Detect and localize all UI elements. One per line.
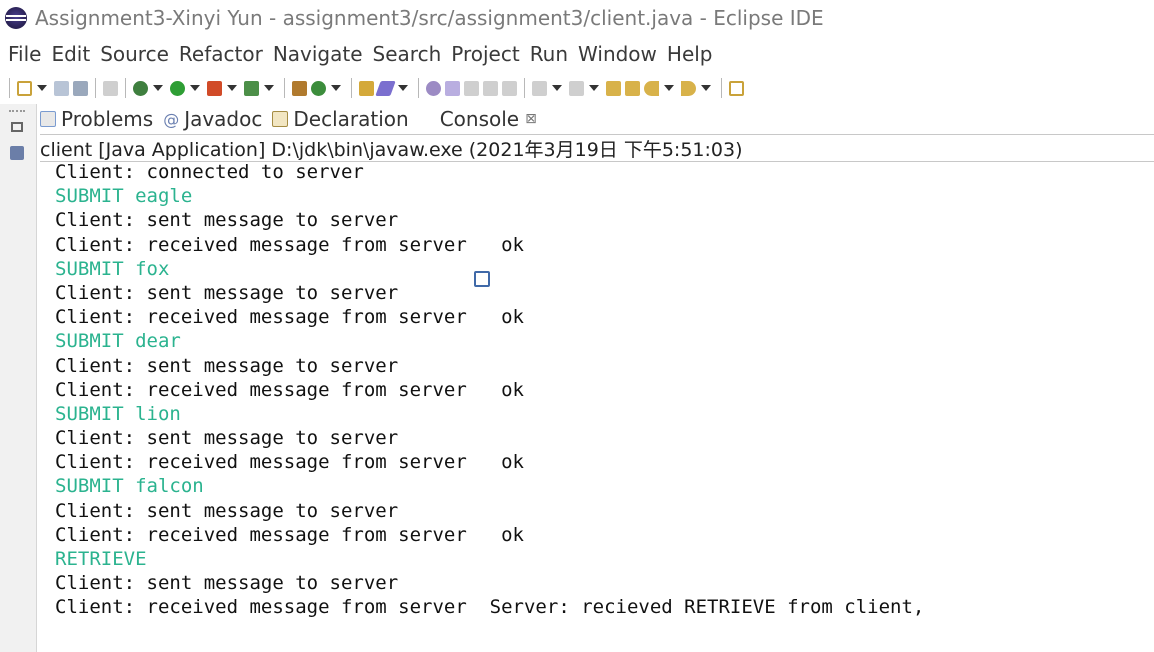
javadoc-icon: @ [163,109,180,129]
menu-window[interactable]: Window [578,42,657,66]
tab-label: Console [439,107,520,131]
toolbar-separator [524,78,525,98]
console-output-line: Client: sent message to server [55,354,399,377]
console-output-line: Client: received message from server ok [55,378,524,401]
console-output-line: Client: sent message to server [55,427,399,450]
problems-icon [40,111,56,127]
toggle-breakpoint-icon[interactable] [103,80,118,96]
menu-file[interactable]: File [8,42,41,66]
console-output-line: Client: received message from server ok [55,233,524,256]
coverage-icon[interactable] [207,80,222,96]
console-input-line: RETRIEVE [55,548,147,570]
declaration-icon [272,111,289,127]
search-dropdown-icon[interactable] [398,85,408,91]
view-tab-bar: Problems @ Javadoc Declaration Console ⊠ [40,104,547,287]
run-icon[interactable] [170,80,185,96]
tab-label: Declaration [293,107,409,131]
toolbar-separator [418,78,419,98]
console-output-line: Client: received message from server Ser… [55,596,925,619]
console-output-line: Client: sent message to server [55,499,399,522]
external-tools-dropdown-icon[interactable] [264,85,274,91]
menu-refactor[interactable]: Refactor [179,42,263,66]
console-output-line: Client: sent message to server [55,209,399,232]
back-arrow-icon[interactable] [644,80,659,96]
toolbar-separator [351,78,352,98]
tab-javadoc[interactable]: @ Javadoc [163,107,262,131]
package-explorer-icon[interactable] [10,146,24,160]
pin-icon[interactable] [426,80,441,96]
back-dropdown-icon[interactable] [664,85,674,91]
toolbar-separator [284,78,285,98]
close-icon[interactable]: ⊠ [525,111,537,127]
toolbar-separator [9,78,10,98]
console-launch-description: client [Java Application] D:\jdk\bin\jav… [40,134,1154,162]
menu-bar: File Edit Source Refactor Navigate Searc… [0,38,723,70]
menu-help[interactable]: Help [667,42,713,66]
new-package-icon[interactable] [292,80,307,96]
next-annotation-dropdown-icon[interactable] [552,85,562,91]
tab-problems[interactable]: Problems [40,107,153,131]
new-class-dropdown-icon[interactable] [331,85,341,91]
debug-icon[interactable] [133,80,148,96]
previous-annotation-icon[interactable] [569,80,584,96]
console-output-line: Client: sent message to server [55,281,399,304]
console-input-line: SUBMIT dear [55,330,181,353]
save-all-icon[interactable] [73,80,88,96]
window-title: Assignment3-Xinyi Yun - assignment3/src/… [35,6,824,30]
debug-dropdown-icon[interactable] [153,85,163,91]
new-window-icon[interactable] [729,80,744,96]
console-input-line: SUBMIT falcon [55,475,204,498]
search-wand-icon[interactable] [375,80,396,96]
console-input-line: SUBMIT fox [55,257,170,280]
mark-occurrences-icon[interactable] [445,80,460,96]
console-output-line: Client: received message from server ok [55,306,524,329]
menu-navigate[interactable]: Navigate [273,42,363,66]
menu-edit[interactable]: Edit [51,42,90,66]
console-output-line: Client: received message from server ok [55,523,524,546]
trim-handle-icon[interactable] [9,110,25,116]
console-output-line: Client: received message from server ok [55,451,524,474]
new-icon[interactable] [17,80,32,96]
next-edit-icon[interactable] [625,80,640,96]
previous-annotation-dropdown-icon[interactable] [589,85,599,91]
menu-run[interactable]: Run [530,42,568,66]
console-output-line: Client: sent message to server [55,572,399,595]
menu-search[interactable]: Search [373,42,442,66]
next-annotation-icon[interactable] [532,80,547,96]
external-tools-icon[interactable] [244,80,259,96]
tab-console[interactable]: Console ⊠ [418,107,537,287]
left-trim-bar [0,104,37,652]
open-type-icon[interactable] [359,80,374,96]
menu-project[interactable]: Project [451,42,519,66]
restore-icon[interactable] [11,122,23,132]
tab-label: Problems [61,107,154,131]
tab-label: Javadoc [184,107,263,131]
new-class-icon[interactable] [311,80,326,96]
coverage-dropdown-icon[interactable] [227,85,237,91]
tab-declaration[interactable]: Declaration [272,107,409,131]
main-toolbar [0,72,1154,104]
new-dropdown-icon[interactable] [37,85,47,91]
block-selection-icon[interactable] [464,80,479,96]
console-input-line: SUBMIT eagle [55,185,193,208]
toolbar-separator [95,78,96,98]
toolbar-separator [125,78,126,98]
menu-source[interactable]: Source [100,42,169,66]
console-output-line: Client: connected to server [55,161,364,183]
toolbar-separator [721,78,722,98]
forward-dropdown-icon[interactable] [701,85,711,91]
forward-arrow-icon[interactable] [681,80,696,96]
word-wrap-icon[interactable] [483,80,498,96]
run-dropdown-icon[interactable] [190,85,200,91]
console-output[interactable]: Client: connected to server SUBMIT eagle C… [55,160,1145,640]
eclipse-logo-icon [5,7,27,29]
title-bar: Assignment3-Xinyi Yun - assignment3/src/… [0,0,1154,36]
last-edit-icon[interactable] [606,80,621,96]
console-input-line: SUBMIT lion [55,402,181,425]
show-whitespace-icon[interactable] [502,80,517,96]
save-icon[interactable] [54,80,69,96]
